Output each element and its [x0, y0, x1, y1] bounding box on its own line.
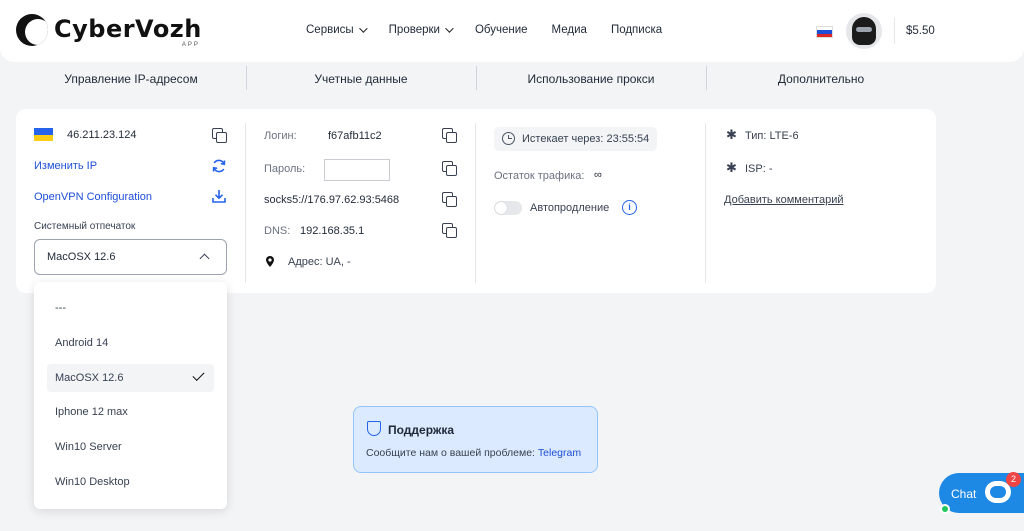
logo-subtitle: APP — [181, 42, 200, 48]
dropdown-option-label: Win10 Server — [55, 441, 122, 453]
copy-password-icon[interactable] — [442, 161, 457, 176]
support-title: Поддержка — [388, 423, 455, 437]
chat-unread-badge: 2 — [1006, 472, 1021, 487]
change-ip-link[interactable]: Изменить IP — [34, 160, 97, 172]
support-desc-text: Сообщите нам о вашей проблеме: — [366, 447, 535, 459]
fingerprint-selected-value: MacOSX 12.6 — [47, 251, 116, 263]
info-icon[interactable]: i — [622, 200, 637, 215]
support-description: Сообщите нам о вашей проблеме: Telegram — [366, 447, 581, 459]
nav-checks-label: Проверки — [388, 24, 440, 36]
dropdown-option-selected[interactable]: MacOSX 12.6 — [47, 364, 214, 392]
asterisk-icon: ✱ — [726, 160, 737, 175]
nav-media-label: Медиа — [551, 24, 587, 36]
traffic-value: ∞ — [594, 169, 602, 181]
checkmark-icon — [192, 368, 205, 382]
column-divider — [475, 123, 476, 283]
autorenew-toggle[interactable] — [494, 201, 522, 215]
column-divider — [245, 123, 246, 283]
logo-text: CyberVozh — [54, 15, 202, 43]
dropdown-option-label: Iphone 12 max — [55, 406, 128, 418]
expiry-timer: Истекает через: 23:55:54 — [494, 127, 658, 151]
dropdown-option[interactable]: Win10 Desktop — [47, 468, 214, 496]
proxy-connection-string: socks5://176.97.62.93:5468 — [264, 194, 400, 206]
location-address: Адрес: UA, - — [288, 256, 351, 268]
shield-icon — [367, 421, 381, 436]
column-divider — [705, 123, 706, 283]
download-icon[interactable] — [211, 188, 227, 204]
nav-subscription-label: Подписка — [610, 24, 663, 36]
nav-learning[interactable]: Обучение — [475, 24, 528, 36]
fingerprint-dropdown-menu: --- Android 14 MacOSX 12.6 Iphone 12 max… — [34, 282, 227, 509]
copy-login-icon[interactable] — [442, 128, 457, 143]
flag-ua-icon — [34, 128, 53, 141]
nav-services-label: Сервисы — [306, 24, 354, 36]
dns-value: 192.168.35.1 — [300, 225, 365, 237]
proxy-card: 46.211.23.124 Изменить IP OpenVPN Config… — [16, 109, 936, 293]
tab-additional[interactable]: Дополнительно — [706, 66, 936, 90]
location-pin-icon — [266, 256, 274, 267]
copy-proxy-string-icon[interactable] — [442, 192, 457, 207]
login-label: Логин: — [264, 130, 297, 142]
openvpn-config-link[interactable]: OpenVPN Configuration — [34, 191, 152, 203]
dropdown-option[interactable]: Iphone 12 max — [47, 398, 214, 426]
online-status-dot — [940, 504, 950, 514]
nav-learning-label: Обучение — [474, 24, 528, 36]
dropdown-option[interactable]: Win10 Server — [47, 433, 214, 461]
login-value: f67afb11c2 — [328, 130, 382, 142]
clock-icon — [502, 132, 515, 145]
add-comment-link[interactable]: Добавить комментарий — [724, 194, 843, 206]
nav-services[interactable]: Сервисы — [306, 24, 368, 36]
dropdown-option-label: Android 14 — [55, 337, 109, 349]
isp-value: ISP: - — [745, 163, 773, 175]
chat-label: Chat — [951, 487, 977, 501]
avatar[interactable] — [846, 13, 882, 49]
section-tabs: Управление IP-адресом Учетные данные Исп… — [16, 62, 936, 96]
top-header: CyberVozh APP Сервисы Проверки Обучение … — [0, 0, 1024, 62]
ip-address: 46.211.23.124 — [67, 129, 137, 141]
traffic-label: Остаток трафика: — [494, 170, 585, 182]
logo-mark-icon — [16, 14, 48, 46]
dropdown-option-label: Win10 Desktop — [55, 476, 130, 488]
support-box: Поддержка Сообщите нам о вашей проблеме:… — [353, 406, 598, 473]
expiry-text: Истекает через: 23:55:54 — [522, 133, 650, 145]
connection-type: Тип: LTE-6 — [745, 130, 799, 142]
nav-subscription[interactable]: Подписка — [611, 24, 662, 36]
fingerprint-select[interactable]: MacOSX 12.6 — [34, 239, 227, 275]
fingerprint-label: Системный отпечаток — [34, 221, 136, 232]
password-label: Пароль: — [264, 163, 306, 175]
dropdown-option[interactable]: --- — [47, 294, 214, 322]
avatar-eyes — [856, 27, 872, 32]
nav-checks[interactable]: Проверки — [388, 24, 454, 36]
chevron-down-icon — [445, 24, 454, 33]
dropdown-option-label: MacOSX 12.6 — [55, 372, 124, 384]
header-divider — [894, 18, 895, 44]
autorenew-label: Автопродление — [530, 202, 610, 214]
tab-credentials[interactable]: Учетные данные — [246, 66, 476, 90]
tab-proxy-usage[interactable]: Использование прокси — [476, 66, 706, 90]
dropdown-option[interactable]: Android 14 — [47, 329, 214, 357]
copy-ip-icon[interactable] — [212, 128, 227, 143]
chevron-down-icon — [358, 24, 368, 33]
main-nav: Сервисы Проверки Обучение Медиа Подписка — [306, 24, 686, 36]
dns-label: DNS: — [264, 225, 291, 237]
refresh-icon[interactable] — [211, 158, 227, 174]
logo[interactable]: CyberVozh APP — [16, 14, 202, 48]
telegram-link[interactable]: Telegram — [538, 447, 581, 459]
language-flag-ru-icon[interactable] — [816, 26, 833, 38]
dropdown-option-label: --- — [55, 302, 66, 314]
copy-dns-icon[interactable] — [442, 223, 457, 238]
chevron-up-icon — [199, 253, 210, 264]
asterisk-icon: ✱ — [726, 127, 737, 142]
password-value-hidden — [324, 159, 390, 181]
account-balance[interactable]: $5.50 — [906, 25, 935, 37]
tab-ip-management[interactable]: Управление IP-адресом — [16, 72, 246, 86]
nav-media[interactable]: Медиа — [552, 24, 587, 36]
